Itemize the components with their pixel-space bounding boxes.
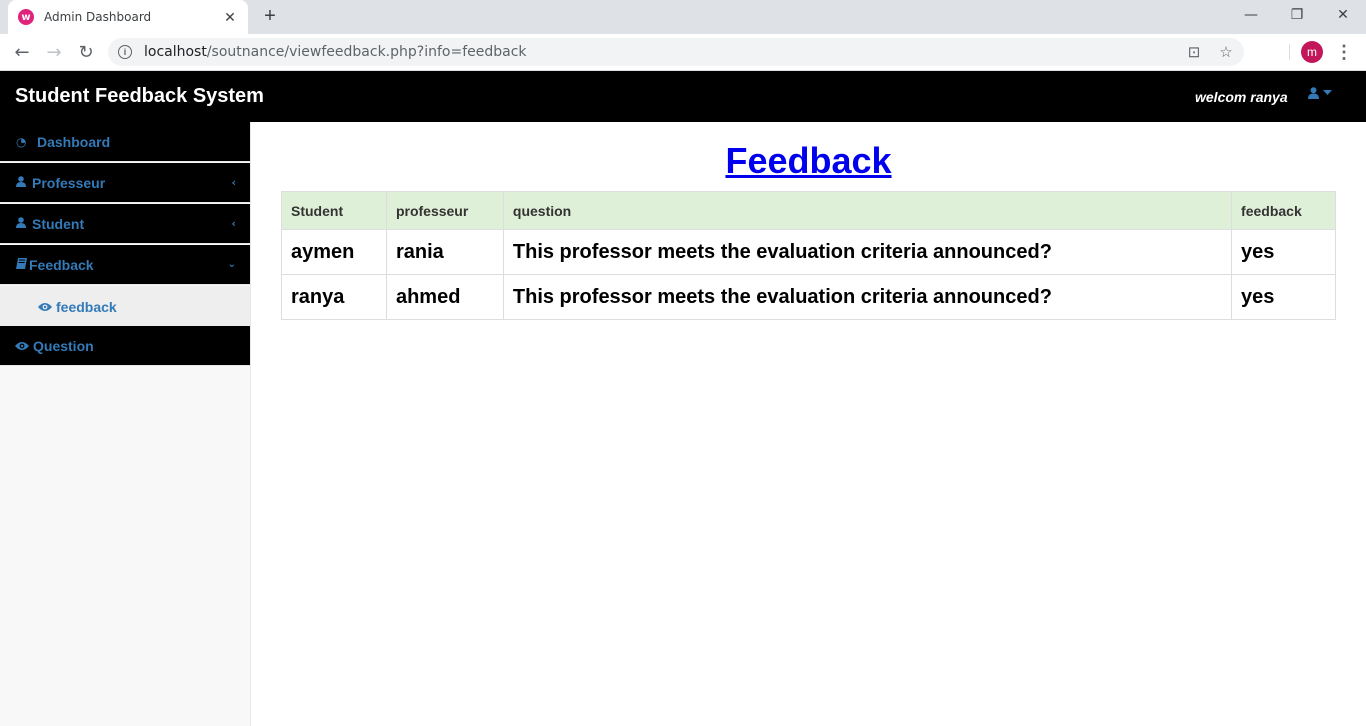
browser-toolbar: ← → ↻ i localhost/soutnance/viewfeedback… bbox=[0, 34, 1366, 71]
sidebar-item-label: Student bbox=[32, 215, 85, 232]
cell-feedback: yes bbox=[1231, 229, 1336, 275]
sidebar-item-label: Dashboard bbox=[37, 133, 111, 150]
url-host: localhost bbox=[144, 44, 207, 60]
eye-icon bbox=[15, 341, 33, 351]
chevron-left-icon: ‹ bbox=[231, 217, 236, 230]
sidebar-item-label: Feedback bbox=[29, 256, 94, 273]
sidebar-subitem-feedback[interactable]: feedback bbox=[0, 286, 250, 327]
cell-question: This professor meets the evaluation crit… bbox=[502, 274, 1233, 320]
page-title[interactable]: Feedback bbox=[251, 140, 1366, 182]
forward-icon[interactable]: → bbox=[42, 40, 66, 64]
cell-student: ranya bbox=[281, 274, 387, 320]
user-icon bbox=[16, 175, 32, 190]
browser-tab[interactable]: w Admin Dashboard ✕ bbox=[8, 0, 248, 34]
address-bar[interactable]: i localhost/soutnance/viewfeedback.php?i… bbox=[108, 38, 1244, 66]
user-icon bbox=[16, 216, 32, 231]
eye-icon bbox=[38, 302, 56, 312]
chevron-left-icon: ‹ bbox=[231, 176, 236, 189]
sidebar-item-label: Professeur bbox=[32, 174, 106, 191]
table-row: ranya ahmed This professor meets the eva… bbox=[281, 274, 1336, 320]
sidebar-item-label: Question bbox=[33, 337, 94, 354]
column-header-professeur: professeur bbox=[385, 191, 504, 230]
url-text: localhost/soutnance/viewfeedback.php?inf… bbox=[144, 44, 527, 60]
user-dropdown[interactable] bbox=[1308, 87, 1332, 99]
table-row: aymen rania This professor meets the eva… bbox=[281, 229, 1336, 275]
feedback-table: Student professeur question feedback aym… bbox=[281, 191, 1336, 320]
restore-icon[interactable]: ❐ bbox=[1274, 0, 1320, 30]
cell-student: aymen bbox=[281, 229, 387, 275]
column-header-student: Student bbox=[281, 191, 387, 230]
close-window-icon[interactable]: ✕ bbox=[1320, 0, 1366, 30]
sidebar-item-professeur[interactable]: Professeur ‹ bbox=[0, 163, 250, 203]
sidebar-item-question[interactable]: Question bbox=[0, 326, 250, 366]
tab-title: Admin Dashboard bbox=[44, 10, 152, 24]
column-header-feedback: feedback bbox=[1231, 191, 1336, 230]
wamp-favicon-icon: w bbox=[18, 9, 34, 25]
cell-question: This professor meets the evaluation crit… bbox=[502, 229, 1233, 275]
table-header-row: Student professeur question feedback bbox=[281, 191, 1336, 230]
reload-icon[interactable]: ↻ bbox=[74, 40, 98, 64]
sidebar-item-dashboard[interactable]: ◔ Dashboard bbox=[0, 122, 250, 162]
book-icon bbox=[16, 257, 29, 272]
sidebar-item-student[interactable]: Student ‹ bbox=[0, 204, 250, 244]
cell-professeur: rania bbox=[385, 229, 504, 275]
sidebar-item-feedback[interactable]: Feedback ⌄ bbox=[0, 245, 250, 285]
url-path: /soutnance/viewfeedback.php?info=feedbac… bbox=[206, 44, 527, 60]
sidebar: ◔ Dashboard Professeur ‹ Student ‹ Feedb… bbox=[0, 122, 251, 726]
cell-professeur: ahmed bbox=[385, 274, 504, 320]
site-info-icon[interactable]: i bbox=[118, 45, 132, 59]
chevron-down-icon: ⌄ bbox=[227, 259, 236, 270]
user-icon bbox=[1308, 87, 1319, 99]
welcome-text: welcom ranya bbox=[1195, 89, 1288, 105]
bookmark-star-icon[interactable]: ☆ bbox=[1214, 38, 1238, 66]
browser-menu-icon[interactable]: ⋮ bbox=[1334, 40, 1354, 64]
profile-avatar[interactable]: m bbox=[1301, 41, 1323, 63]
translate-icon[interactable]: ⊡ bbox=[1182, 38, 1206, 66]
sidebar-subitem-label: feedback bbox=[56, 298, 117, 315]
dashboard-icon: ◔ bbox=[16, 134, 27, 149]
caret-down-icon bbox=[1323, 90, 1332, 95]
toolbar-separator bbox=[1289, 44, 1290, 60]
close-tab-icon[interactable]: ✕ bbox=[222, 9, 238, 26]
brand-title[interactable]: Student Feedback System bbox=[15, 85, 264, 108]
new-tab-button[interactable]: + bbox=[258, 4, 282, 28]
browser-tab-bar: w Admin Dashboard ✕ + — ❐ ✕ bbox=[0, 0, 1366, 34]
app-header: Student Feedback System welcom ranya bbox=[0, 71, 1366, 122]
back-icon[interactable]: ← bbox=[10, 40, 34, 64]
cell-feedback: yes bbox=[1231, 274, 1336, 320]
minimize-icon[interactable]: — bbox=[1228, 0, 1274, 30]
column-header-question: question bbox=[502, 191, 1233, 230]
